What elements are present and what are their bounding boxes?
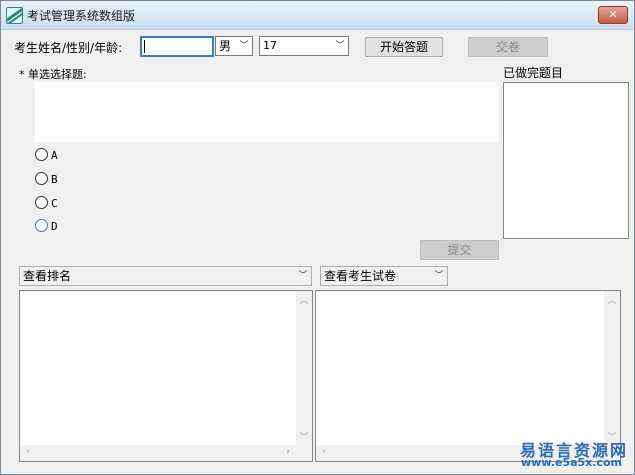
ranking-list[interactable]: ︿ ﹀ ‹ › [19,290,313,462]
start-answer-button[interactable]: 开始答题 [365,37,443,57]
option-b-radio[interactable] [35,172,48,185]
question-type-label: * 单选选择题: [19,68,87,81]
scroll-left-icon[interactable]: ‹ [316,447,332,457]
app-icon [6,7,23,24]
horizontal-scrollbar[interactable]: ‹ › [20,445,296,461]
scroll-down-icon[interactable]: ﹀ [296,430,312,443]
gender-select[interactable]: 男 ﹀ [215,36,253,56]
scroll-right-icon[interactable]: › [280,447,296,457]
chevron-down-icon: ﹀ [298,271,308,281]
scroll-corner [296,445,312,461]
main-window: 考试管理系统数组版 ✕ 考生姓名/性别/年龄: 男 ﹀ 17 ﹀ 开始答题 交卷… [0,0,635,475]
completed-questions-list[interactable] [503,82,629,239]
option-d-label: D [51,220,58,233]
view-paper-value: 查看考生试卷 [324,269,397,283]
option-a-radio[interactable] [35,148,48,161]
option-b-label: B [51,173,58,186]
close-button[interactable]: ✕ [598,6,628,24]
option-d-radio[interactable] [35,219,48,232]
chevron-down-icon: ﹀ [335,41,345,51]
name-input[interactable] [140,36,214,57]
scroll-up-icon[interactable]: ︿ [296,293,312,306]
scroll-left-icon[interactable]: ‹ [20,447,36,457]
question-text-box [35,82,499,142]
chevron-down-icon: ﹀ [239,41,249,51]
title-bar: 考试管理系统数组版 ✕ [1,1,634,30]
option-c-label: C [51,197,58,210]
view-ranking-select[interactable]: 查看排名 ﹀ [19,266,312,286]
submit-answer-button[interactable]: 提交 [420,240,499,260]
scroll-up-icon[interactable]: ︿ [604,293,620,306]
age-select[interactable]: 17 ﹀ [259,36,349,56]
view-ranking-value: 查看排名 [23,269,72,283]
option-a-label: A [51,149,58,162]
vertical-scrollbar[interactable]: ︿ ﹀ [604,291,620,445]
view-paper-select[interactable]: 查看考生试卷 ﹀ [320,266,448,286]
gender-select-value: 男 [219,39,232,53]
chevron-down-icon: ﹀ [434,271,444,281]
name-gender-age-label: 考生姓名/性别/年龄: [14,41,123,55]
submit-paper-button[interactable]: 交卷 [468,37,548,57]
option-c-radio[interactable] [35,196,48,209]
vertical-scrollbar[interactable]: ︿ ﹀ [296,291,312,445]
age-select-value: 17 [263,39,277,52]
window-title: 考试管理系统数组版 [27,9,136,23]
text-cursor [144,40,145,53]
watermark-url: www.e5a5x.com [521,456,622,469]
completed-questions-label: 已做完题目 [503,66,564,80]
